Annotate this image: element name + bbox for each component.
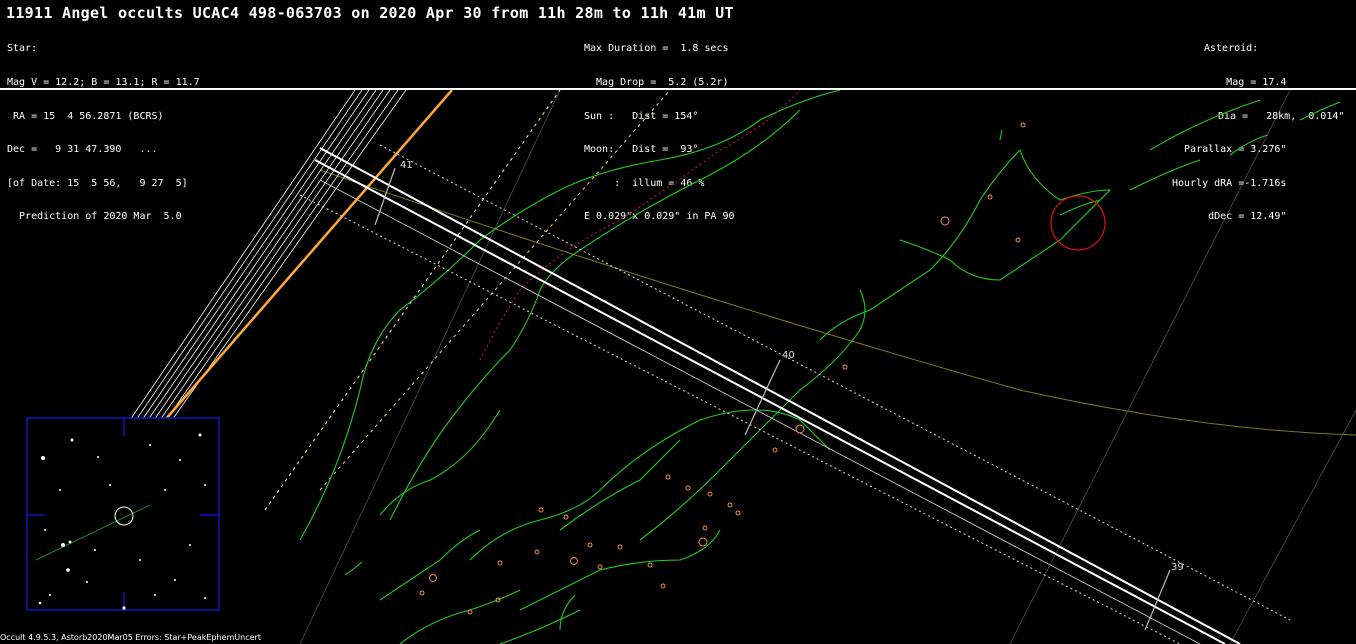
- sigma-limit: [319, 179, 1201, 644]
- twilight-limit-dashed: [319, 90, 671, 491]
- time-markers: [374, 167, 1171, 631]
- page-title: 11911 Angel occults UCAC4 498-063703 on …: [6, 4, 734, 22]
- event-line: Max Duration = 1.8 secs: [584, 43, 729, 55]
- cities: [419, 122, 1026, 615]
- occultation-map: 41 40 39: [26, 90, 1356, 644]
- software-version-note: Occult 4.9.5.3, Astorb2020Mar05 Errors: …: [0, 633, 261, 642]
- sun-terminator: [164, 90, 453, 421]
- time-label: 39: [1171, 562, 1184, 573]
- star-chart-inset: [26, 417, 220, 611]
- time-label: 41: [400, 160, 413, 171]
- observer-site-marker: [1050, 195, 1106, 251]
- event-line: Mag Drop = 5.2 (5.2r): [584, 77, 729, 89]
- error-limit-south: [299, 194, 1181, 644]
- star-line: Mag V = 12.2; B = 13.1; R = 11.7: [7, 77, 200, 89]
- star-line: Star:: [7, 43, 38, 55]
- path-limit-south: [314, 159, 1226, 644]
- path-limit-north: [319, 147, 1241, 644]
- error-limit-north: [379, 144, 1291, 621]
- asteroid-line: Mag = 17.4: [1226, 77, 1287, 89]
- time-label: 40: [782, 350, 795, 361]
- asteroid-line: Asteroid:: [1204, 43, 1259, 55]
- coastlines: [299, 90, 1341, 644]
